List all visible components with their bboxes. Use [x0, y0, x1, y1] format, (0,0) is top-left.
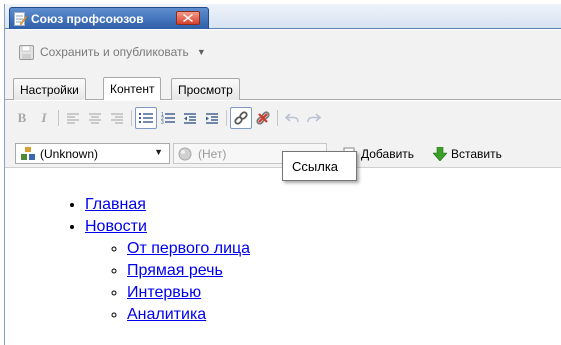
insert-button-label: Вставить — [451, 147, 502, 161]
indent-button[interactable] — [201, 107, 223, 129]
tab-preview[interactable]: Просмотр — [171, 78, 240, 100]
insert-button[interactable]: Вставить — [433, 145, 502, 163]
arrow-down-icon — [433, 147, 447, 161]
submenu-list: От первого лица Прямая речь Интервью Ана… — [85, 238, 250, 326]
align-left-button[interactable] — [62, 107, 84, 129]
tab-content[interactable]: Контент — [103, 77, 162, 100]
align-right-button[interactable] — [106, 107, 128, 129]
numbered-list-icon: 123 — [161, 112, 175, 124]
link-icon — [234, 111, 248, 125]
close-icon — [183, 14, 193, 22]
image-select-value: (Нет) — [198, 146, 227, 161]
tab-content-label: Контент — [110, 82, 155, 96]
tab-settings[interactable]: Настройки — [13, 78, 86, 100]
editor-window: Союз профсоюзов Сохранить и опубликовать… — [4, 4, 561, 345]
list-item: Главная — [85, 194, 250, 216]
tab-preview-label: Просмотр — [178, 82, 233, 97]
gallery-icon — [178, 147, 192, 160]
document-tab[interactable]: Союз профсоюзов — [9, 7, 209, 29]
style-select[interactable]: (Unknown) ▼ — [15, 143, 170, 164]
list-item: От первого лица — [127, 238, 250, 260]
link-main[interactable]: Главная — [85, 196, 146, 213]
chevron-down-icon[interactable]: ▼ — [197, 47, 206, 57]
link-direct-speech[interactable]: Прямая речь — [127, 262, 223, 279]
save-publish-label: Сохранить и опубликовать — [40, 45, 189, 59]
numbered-list-button[interactable]: 123 — [157, 107, 179, 129]
tab-settings-label: Настройки — [20, 82, 79, 97]
italic-button[interactable]: I — [33, 107, 55, 129]
publish-toolbar: Сохранить и опубликовать ▼ — [5, 30, 561, 76]
style-blocks-icon — [21, 146, 35, 160]
toolbar-separator — [131, 110, 132, 126]
toolbar-separator — [58, 110, 59, 126]
align-center-button[interactable] — [84, 107, 106, 129]
close-tab-button[interactable] — [176, 11, 200, 25]
toolbar-separator — [226, 110, 227, 126]
outdent-icon — [184, 113, 196, 124]
align-left-icon — [67, 113, 79, 124]
chevron-down-icon: ▼ — [154, 147, 163, 157]
link-analytics[interactable]: Аналитика — [127, 306, 206, 323]
toolbar-separator — [277, 110, 278, 126]
insert-link-button[interactable] — [230, 107, 252, 129]
svg-text:3: 3 — [161, 120, 164, 124]
format-toolbar: B I 123 — [5, 101, 561, 141]
list-item: Интервью — [127, 282, 250, 304]
link-first-person[interactable]: От первого лица — [127, 240, 250, 257]
save-icon — [19, 44, 34, 60]
menu-list: Главная Новости От первого лица Прямая р… — [65, 194, 250, 326]
undo-button[interactable] — [281, 107, 303, 129]
list-item: Прямая речь — [127, 260, 250, 282]
bold-button[interactable]: B — [11, 107, 33, 129]
style-select-value: (Unknown) — [40, 146, 99, 161]
editor-content[interactable]: Главная Новости От первого лица Прямая р… — [5, 172, 561, 345]
outdent-button[interactable] — [179, 107, 201, 129]
redo-button[interactable] — [303, 107, 325, 129]
indent-icon — [206, 113, 218, 124]
link-interview[interactable]: Интервью — [127, 284, 201, 301]
bold-label: B — [17, 110, 27, 125]
bullet-list-icon — [139, 113, 153, 123]
unlink-icon — [256, 111, 270, 125]
tooltip-text: Ссылка — [292, 158, 339, 174]
redo-icon — [307, 113, 321, 123]
italic-label: I — [41, 110, 47, 125]
bullet-list-button[interactable] — [135, 107, 157, 129]
align-right-icon — [111, 113, 123, 124]
list-item: Аналитика — [127, 304, 250, 326]
link-tooltip: Ссылка — [282, 151, 357, 181]
link-news[interactable]: Новости — [85, 218, 147, 235]
save-publish-button[interactable]: Сохранить и опубликовать ▼ — [19, 42, 206, 62]
window-title-bar: Союз профсоюзов — [5, 4, 561, 29]
undo-icon — [285, 113, 299, 123]
document-edit-icon — [14, 11, 28, 26]
list-item: Новости От первого лица Прямая речь Инте… — [85, 216, 250, 326]
remove-link-button[interactable] — [252, 107, 274, 129]
mode-tab-bar: Настройки Контент Просмотр — [5, 76, 561, 100]
document-title: Союз профсоюзов — [31, 11, 144, 26]
align-center-icon — [89, 113, 101, 124]
add-button-label: Добавить — [361, 147, 415, 161]
